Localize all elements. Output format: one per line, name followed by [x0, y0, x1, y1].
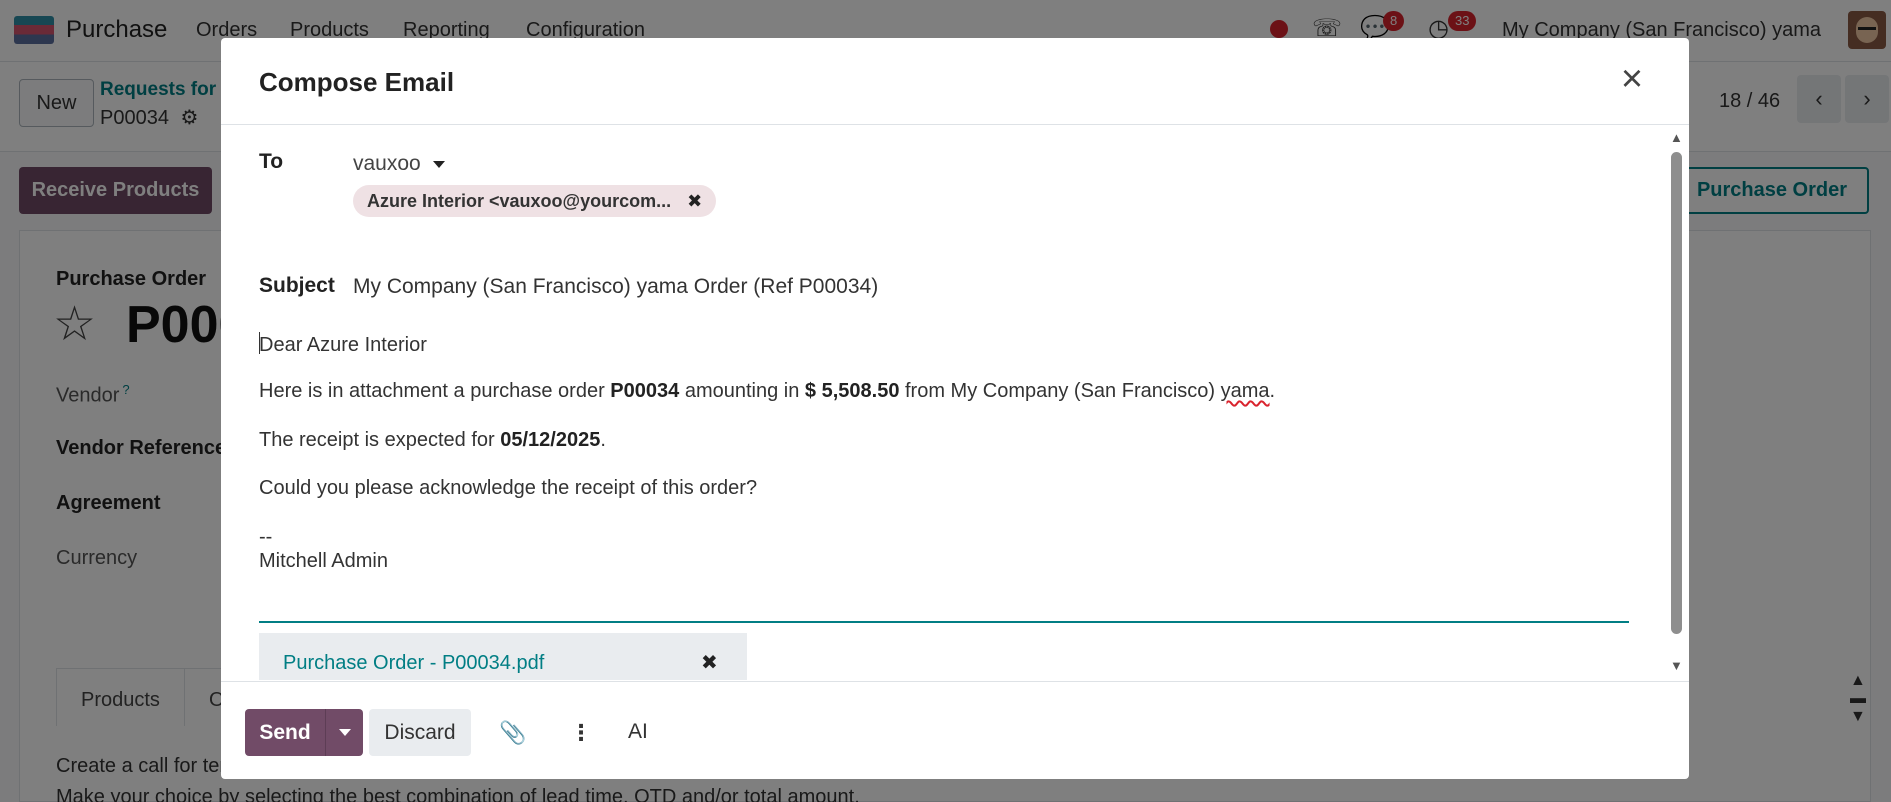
signature-separator[interactable]: --: [259, 526, 272, 549]
p1-text-a: Here is in attachment a purchase order: [259, 380, 611, 402]
compose-email-dialog: Compose Email × To vauxoo Azure Interior…: [221, 38, 1689, 779]
body-paragraph-1[interactable]: Here is in attachment a purchase order P…: [259, 380, 1275, 403]
body-divider: [259, 621, 1629, 623]
scroll-up-icon[interactable]: ▲: [1670, 130, 1683, 145]
dialog-title: Compose Email: [259, 67, 455, 97]
p1-text-misspelled: yama: [1220, 380, 1270, 402]
recipient-tag: Azure Interior <vauxoo@yourcom... ✖: [353, 185, 717, 217]
recipient-tag-label: Azure Interior <vauxoo@yourcom...: [367, 190, 672, 211]
p1-text-b: amounting in: [679, 380, 805, 402]
p2-date: 05/12/2025: [500, 429, 601, 451]
remove-tag-icon[interactable]: ✖: [687, 191, 702, 212]
p2-text-b: .: [600, 429, 606, 451]
close-icon[interactable]: ×: [1614, 60, 1650, 98]
paperclip-icon[interactable]: 📎: [499, 720, 526, 746]
body-paragraph-3[interactable]: Could you please acknowledge the receipt…: [259, 477, 757, 500]
p1-amount: $ 5,508.50: [804, 380, 900, 402]
attachment-item: Purchase Order - P00034.pdf ✖: [259, 633, 747, 680]
signature[interactable]: Mitchell Admin: [259, 550, 388, 573]
p1-text-end: .: [1269, 380, 1276, 402]
body-greeting-text: Dear Azure Interior: [259, 334, 427, 356]
remove-attachment-icon[interactable]: ✖: [701, 650, 718, 675]
discard-button[interactable]: Discard: [369, 709, 471, 756]
to-label: To: [259, 150, 284, 173]
dialog-body: To vauxoo Azure Interior <vauxoo@yourcom…: [221, 126, 1689, 680]
recipients-input-text: vauxoo: [353, 152, 421, 175]
dialog-scrollbar[interactable]: ▲ ▼: [1668, 126, 1684, 680]
scrollbar-thumb[interactable]: [1671, 152, 1682, 634]
subject-input[interactable]: My Company (San Francisco) yama Order (R…: [353, 275, 878, 299]
p1-order-ref: P00034: [610, 380, 680, 402]
caret-down-icon: [338, 729, 351, 736]
more-options-icon[interactable]: ⋮: [570, 720, 592, 746]
caret-down-icon[interactable]: [432, 160, 445, 168]
scroll-down-icon[interactable]: ▼: [1670, 658, 1683, 673]
subject-label: Subject: [259, 274, 335, 297]
dialog-footer: Send Discard 📎 ⋮ AI: [221, 681, 1689, 779]
attachment-name[interactable]: Purchase Order - P00034.pdf: [283, 652, 544, 675]
body-greeting[interactable]: Dear Azure Interior: [259, 332, 427, 357]
body-paragraph-2[interactable]: The receipt is expected for 05/12/2025.: [259, 429, 606, 452]
send-button-group: Send: [245, 709, 363, 756]
dialog-header: Compose Email ×: [221, 38, 1689, 125]
p2-text-a: The receipt is expected for: [259, 429, 501, 451]
send-button[interactable]: Send: [245, 709, 325, 756]
p1-text-c: from My Company (San Francisco): [899, 380, 1221, 402]
send-options-button[interactable]: [325, 709, 363, 756]
ai-button[interactable]: AI: [628, 720, 648, 744]
recipients-input[interactable]: vauxoo: [353, 152, 445, 176]
